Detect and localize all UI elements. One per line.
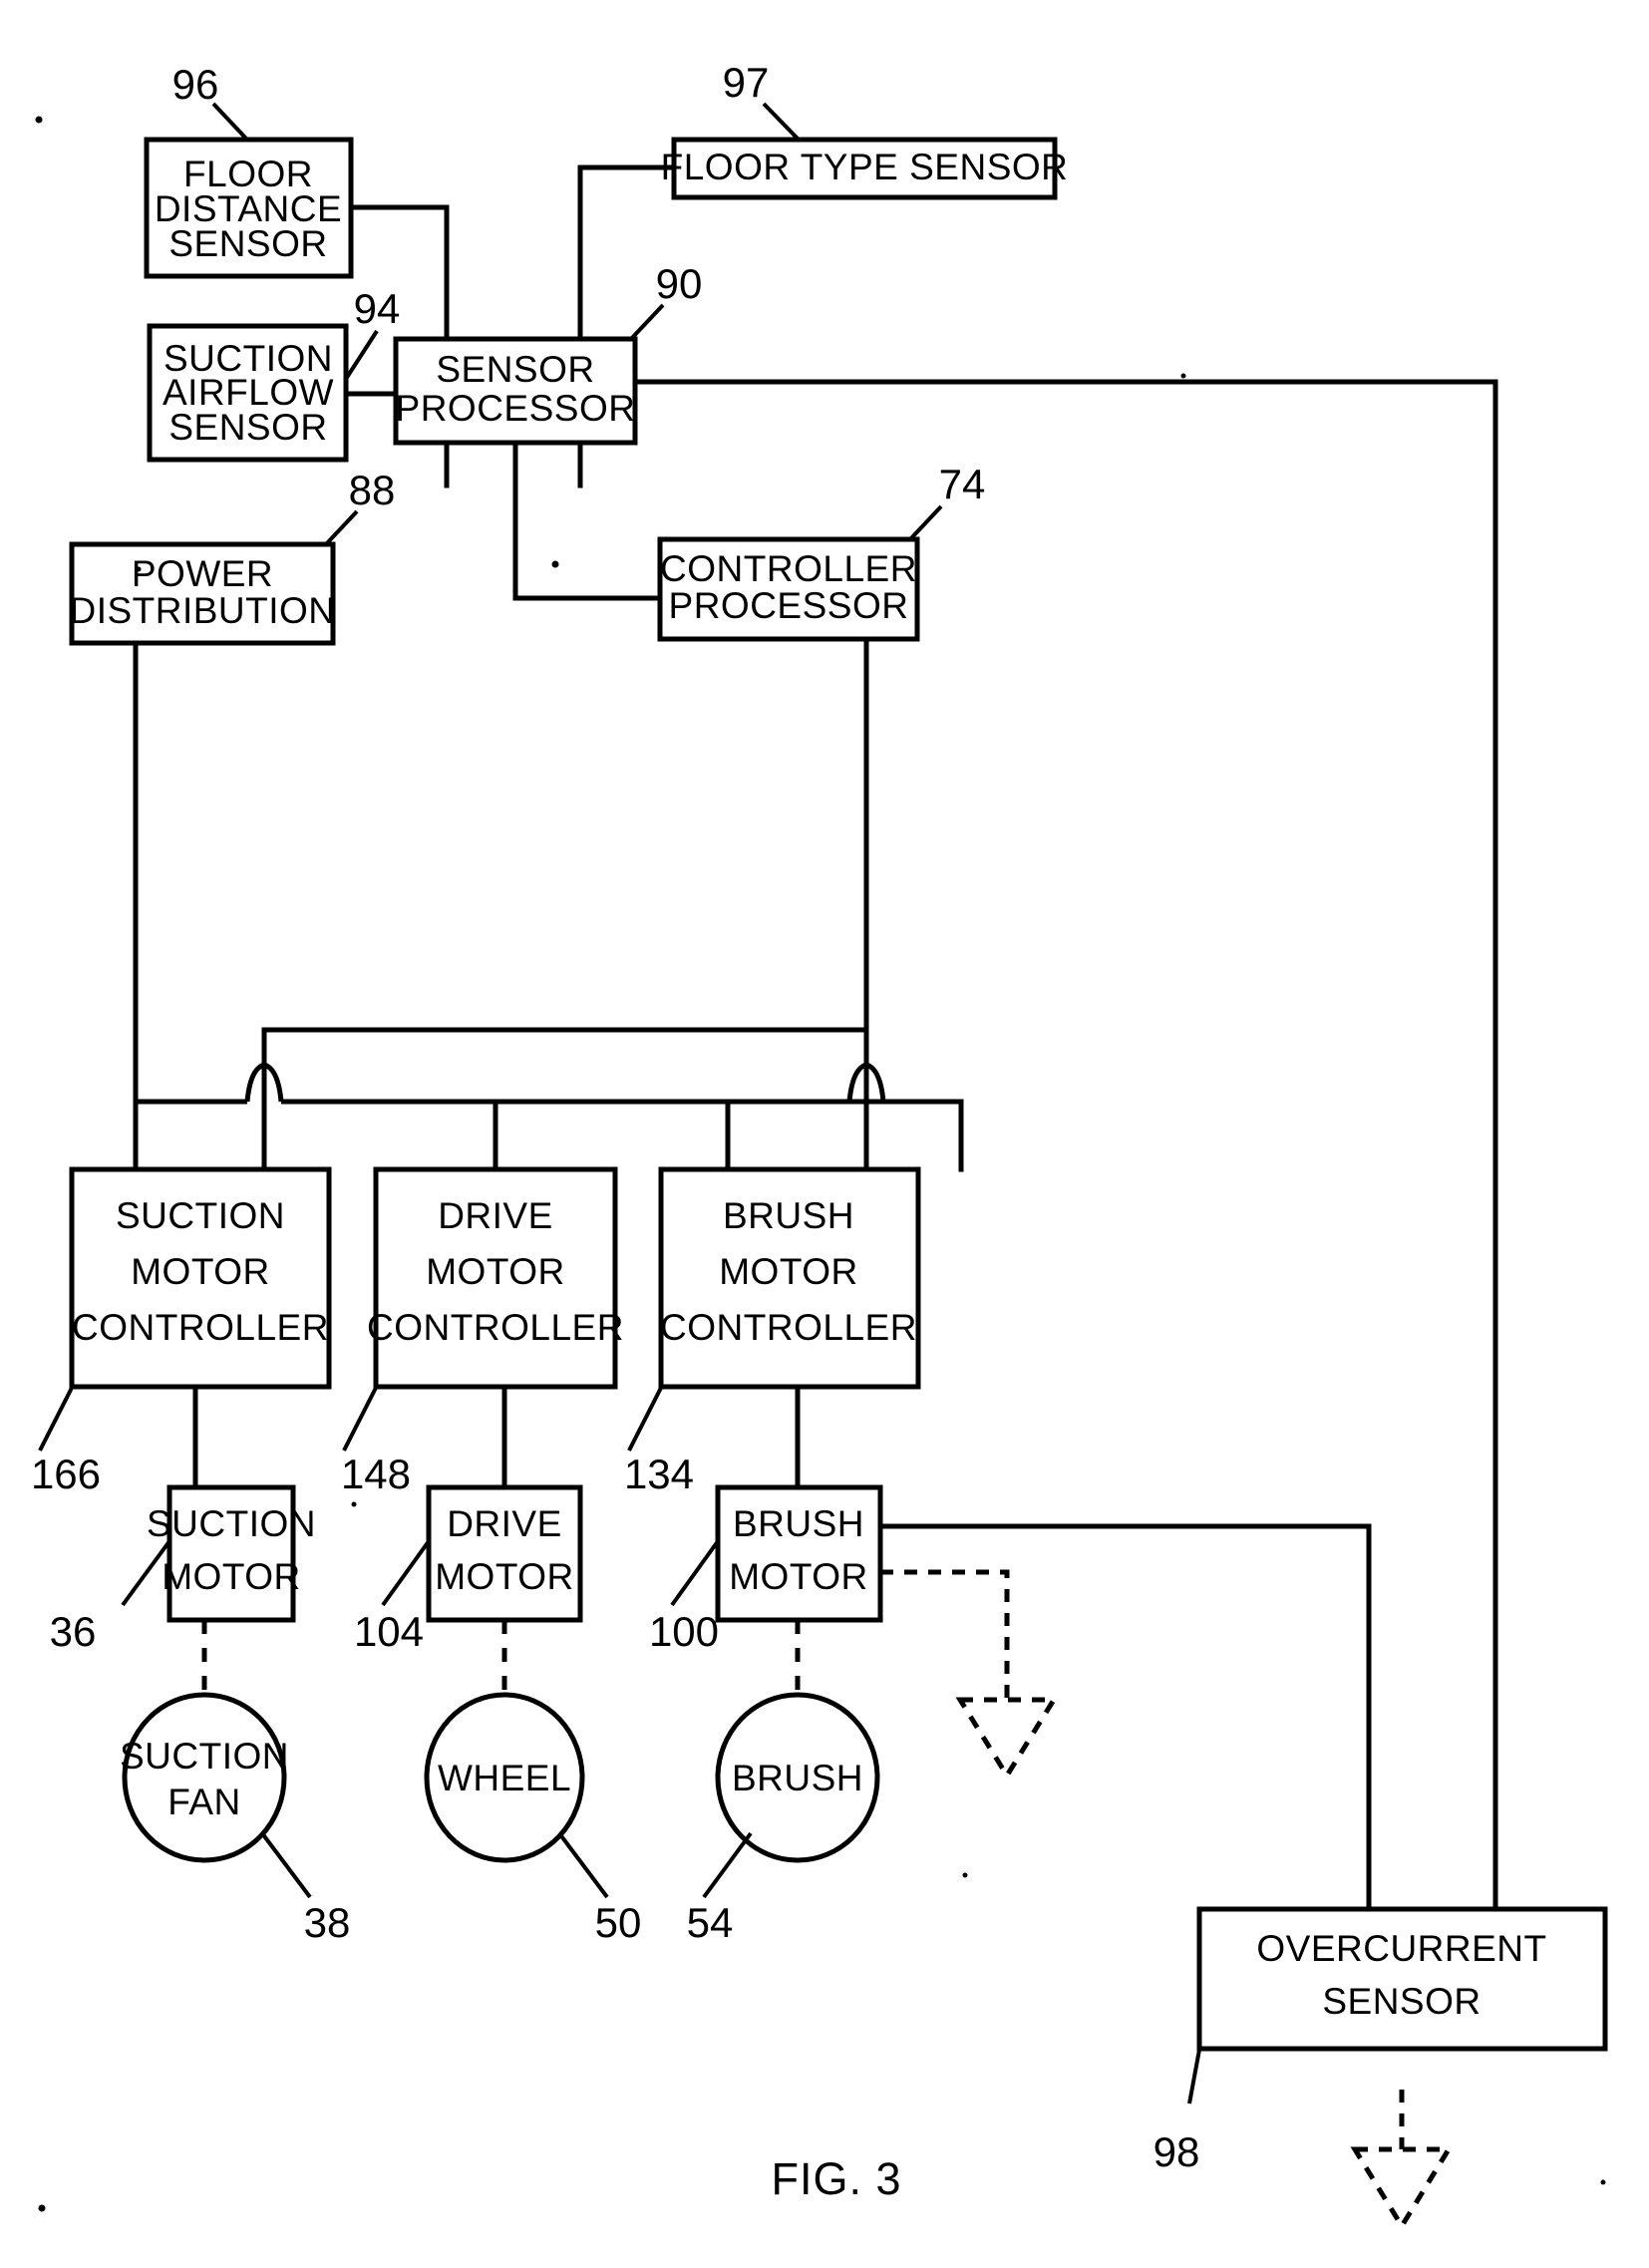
leader-line-148 bbox=[342, 1387, 378, 1452]
block-wheel[interactable]: WHEEL 50 bbox=[424, 1692, 642, 1946]
block-controller-processor[interactable]: CONTROLLER PROCESSOR 74 bbox=[657, 461, 986, 642]
suction-motor-controller-label-line-1: SUCTION bbox=[116, 1195, 285, 1236]
wire-sensor-processor-to-controller-processor bbox=[512, 440, 663, 601]
power-distribution-label-line-2: DISTRIBUTION bbox=[69, 590, 335, 631]
leader-line-97 bbox=[762, 102, 800, 141]
leader-line-38 bbox=[260, 1831, 312, 1899]
sensor-processor-label-line-1: SENSOR bbox=[436, 349, 594, 390]
wheel-label: WHEEL bbox=[438, 1758, 571, 1798]
block-drive-motor-controller[interactable]: DRIVE MOTOR CONTROLLER 148 bbox=[341, 1166, 624, 1497]
scan-speck bbox=[35, 116, 43, 124]
suction-motor-controller-label-line-3: CONTROLLER bbox=[72, 1307, 329, 1348]
block-brush[interactable]: BRUSH 54 bbox=[687, 1692, 880, 1946]
leader-line-134 bbox=[627, 1387, 663, 1452]
reference-numeral-54: 54 bbox=[687, 1899, 734, 1946]
reference-numeral-50: 50 bbox=[595, 1899, 642, 1946]
brush-label: BRUSH bbox=[732, 1758, 863, 1798]
reference-numeral-148: 148 bbox=[341, 1451, 411, 1497]
reference-numeral-100: 100 bbox=[649, 1608, 719, 1655]
leader-line-94 bbox=[344, 329, 379, 381]
scan-speck bbox=[1180, 373, 1186, 379]
brush-motor-controller-label-line-3: CONTROLLER bbox=[660, 1307, 917, 1348]
leader-line-166 bbox=[38, 1387, 74, 1452]
power-distribution-label-line-1: POWER bbox=[132, 553, 273, 594]
reference-numeral-90: 90 bbox=[656, 260, 703, 307]
patent-figure-sheet: FLOOR DISTANCE SENSOR 96 FLOOR TYPE SENS… bbox=[0, 0, 1649, 2268]
block-suction-fan[interactable]: SUCTION FAN 38 bbox=[120, 1692, 351, 1946]
leader-line-74 bbox=[907, 504, 943, 542]
controller-processor-label-line-2: PROCESSOR bbox=[669, 585, 909, 626]
dashed-arrowhead-brush-motor bbox=[955, 1697, 1059, 1781]
scan-speck bbox=[351, 1501, 357, 1507]
drive-motor-controller-label-line-1: DRIVE bbox=[438, 1195, 553, 1236]
scan-speck bbox=[38, 2204, 46, 2212]
floor-type-sensor-label: FLOOR TYPE SENSOR bbox=[661, 147, 1069, 187]
drive-motor-controller-label-line-2: MOTOR bbox=[426, 1251, 565, 1292]
leader-line-54 bbox=[702, 1831, 753, 1899]
overcurrent-sensor-label-line-1: OVERCURRENT bbox=[1256, 1928, 1546, 1969]
block-brush-motor[interactable]: BRUSH MOTOR 100 bbox=[649, 1484, 883, 1655]
scan-speck bbox=[551, 560, 559, 568]
block-suction-airflow-sensor[interactable]: SUCTION AIRFLOW SENSOR 94 bbox=[147, 285, 401, 463]
suction-motor-controller-label-line-2: MOTOR bbox=[131, 1251, 270, 1292]
dashed-arrowhead-overcurrent bbox=[1350, 2146, 1454, 2231]
brush-motor-controller-label-line-1: BRUSH bbox=[723, 1195, 854, 1236]
block-suction-motor[interactable]: SUCTION MOTOR 36 bbox=[50, 1484, 316, 1655]
drive-motor-label-line-2: MOTOR bbox=[435, 1556, 574, 1597]
suction-fan-label-line-1: SUCTION bbox=[120, 1736, 289, 1777]
block-power-distribution[interactable]: POWER DISTRIBUTION 88 bbox=[69, 467, 396, 646]
suction-fan-circle[interactable] bbox=[122, 1692, 287, 1863]
block-brush-motor-controller[interactable]: BRUSH MOTOR CONTROLLER 134 bbox=[624, 1166, 921, 1497]
block-suction-motor-controller[interactable]: SUCTION MOTOR CONTROLLER 166 bbox=[31, 1166, 332, 1497]
block-floor-type-sensor[interactable]: FLOOR TYPE SENSOR 97 bbox=[661, 59, 1069, 200]
overcurrent-sensor-label-line-2: SENSOR bbox=[1322, 1981, 1481, 2022]
brush-motor-controller-label-line-2: MOTOR bbox=[719, 1251, 858, 1292]
leader-line-96 bbox=[211, 102, 248, 141]
leader-line-50 bbox=[557, 1831, 609, 1899]
reference-numeral-38: 38 bbox=[304, 1899, 351, 1946]
leader-line-100 bbox=[670, 1539, 720, 1607]
leader-line-104 bbox=[381, 1539, 431, 1607]
leader-line-98 bbox=[1187, 2049, 1201, 2105]
reference-numeral-98: 98 bbox=[1154, 2128, 1200, 2175]
brush-motor-label-line-2: MOTOR bbox=[729, 1556, 868, 1597]
floor-distance-sensor-label-line-3: SENSOR bbox=[168, 223, 327, 264]
block-overcurrent-sensor[interactable]: OVERCURRENT SENSOR 98 bbox=[1154, 1906, 1608, 2175]
wire-brush-motor-to-overcurrent-sensor bbox=[877, 1523, 1372, 1912]
controller-processor-label-line-1: CONTROLLER bbox=[660, 548, 917, 589]
scan-speck bbox=[962, 1872, 968, 1878]
reference-numeral-94: 94 bbox=[354, 285, 401, 332]
suction-airflow-sensor-label-line-3: SENSOR bbox=[168, 407, 327, 448]
dashed-feedback-path-brush-motor bbox=[880, 1569, 1010, 1700]
reference-numeral-97: 97 bbox=[723, 59, 770, 106]
block-drive-motor[interactable]: DRIVE MOTOR 104 bbox=[354, 1484, 583, 1655]
reference-numeral-96: 96 bbox=[172, 61, 219, 108]
block-sensor-processor[interactable]: SENSOR PROCESSOR 90 bbox=[393, 260, 703, 446]
suction-motor-label-line-2: MOTOR bbox=[162, 1556, 301, 1597]
scan-speck bbox=[136, 566, 142, 572]
drive-motor-label-line-1: DRIVE bbox=[447, 1503, 562, 1544]
reference-numeral-74: 74 bbox=[939, 461, 986, 507]
block-diagram-canvas: FLOOR DISTANCE SENSOR 96 FLOOR TYPE SENS… bbox=[31, 59, 1608, 2231]
leader-line-90 bbox=[628, 303, 665, 342]
reference-numeral-88: 88 bbox=[349, 467, 396, 513]
block-floor-distance-sensor[interactable]: FLOOR DISTANCE SENSOR 96 bbox=[144, 61, 354, 279]
suction-motor-label-line-1: SUCTION bbox=[147, 1503, 316, 1544]
leader-line-88 bbox=[323, 509, 359, 547]
reference-numeral-104: 104 bbox=[354, 1608, 424, 1655]
sensor-processor-label-line-2: PROCESSOR bbox=[396, 388, 636, 429]
suction-fan-label-line-2: FAN bbox=[167, 1782, 240, 1822]
reference-numeral-166: 166 bbox=[31, 1451, 101, 1497]
figure-caption: FIG. 3 bbox=[771, 2153, 901, 2204]
scan-speck bbox=[1600, 2179, 1606, 2185]
reference-numeral-134: 134 bbox=[624, 1451, 694, 1497]
drive-motor-controller-label-line-3: CONTROLLER bbox=[367, 1307, 624, 1348]
brush-motor-label-line-1: BRUSH bbox=[733, 1503, 864, 1544]
reference-numeral-36: 36 bbox=[50, 1608, 97, 1655]
